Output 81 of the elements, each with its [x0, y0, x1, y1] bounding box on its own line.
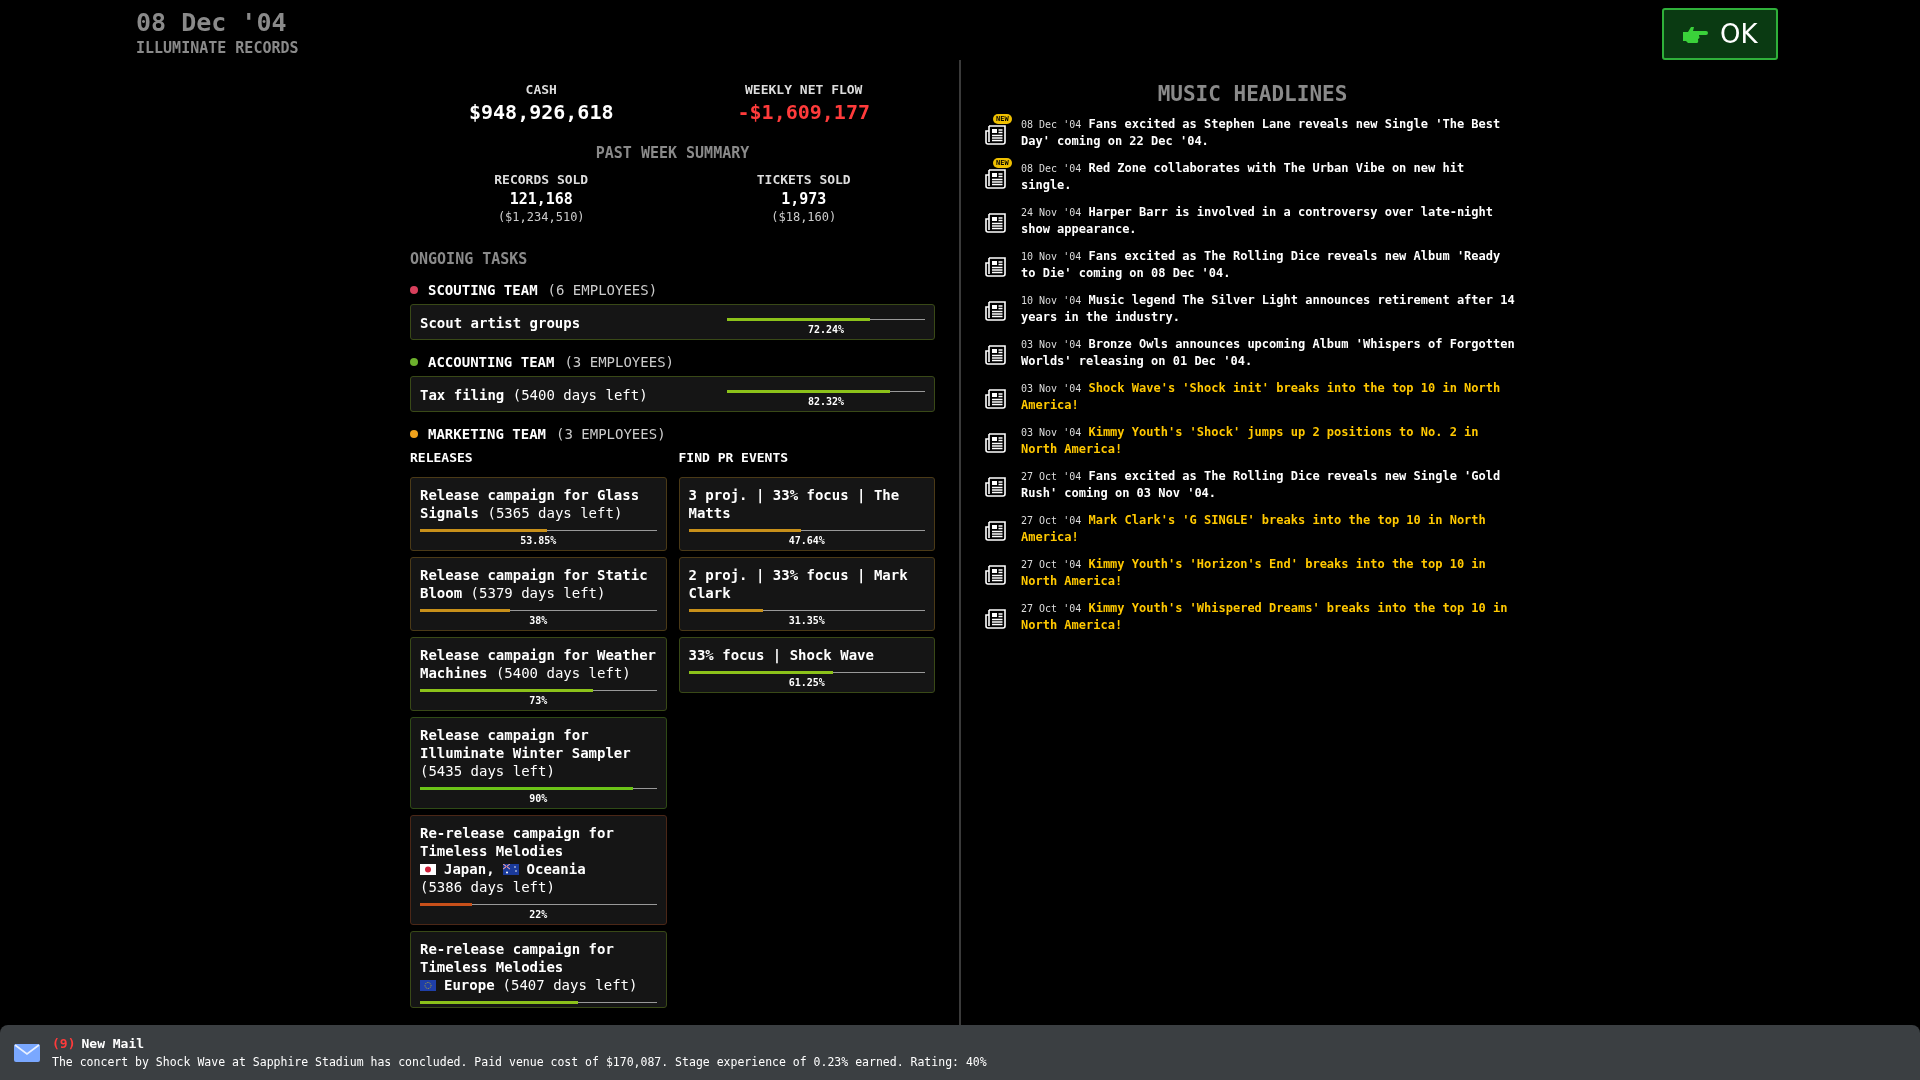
stat-value: $948,926,618 [468, 100, 615, 124]
newspaper-icon [985, 300, 1007, 322]
employee-count: (3 EMPLOYEES) [564, 354, 674, 370]
stat-value: 121,168 [508, 190, 574, 208]
percent-label: 72.24% [807, 324, 845, 335]
task-title: Release campaign for Illuminate Winter Sampler (5435 days left) [420, 726, 632, 780]
task-title: Release campaign for Weather Machines (5400 days left) [420, 646, 657, 682]
percent-label: 22% [529, 909, 548, 920]
revenue-text: ($18,160) [770, 210, 838, 224]
percent-label: 53.85% [520, 535, 557, 546]
headline-text: 27 Oct '04 Mark Clark's 'G SINGLE' breaks into the top 10 in North America! [1021, 512, 1487, 546]
date-label: 08 Dec '04 [136, 8, 288, 37]
headline-text: 27 Oct '04 Kimmy Youth's 'Whispered Dreams' breaks into the top 10 in North America! [1021, 600, 1509, 634]
headline-text: 27 Oct '04 Fans excited as The Rolling Dice reveals new Single 'Gold Rush' coming on 03 Nov '04. [1021, 468, 1502, 502]
percent-label: 31.35% [788, 615, 825, 626]
headline-text: 03 Nov '04 Kimmy Youth's 'Shock' jumps up 2 positions to No. 2 in North America! [1021, 424, 1480, 458]
team-name: ACCOUNTING TEAM [428, 354, 555, 370]
newspaper-icon [985, 432, 1007, 454]
newspaper-icon [985, 476, 1007, 498]
headline-text: 03 Nov '04 Bronze Owls announces upcoming Album 'Whispers of Forgotten Worlds' releasing on 01 Dec '04. [1021, 336, 1516, 370]
ok-button[interactable]: OK [1662, 8, 1778, 60]
headline-text: 24 Nov '04 Harper Barr is involved in a controversy over late-night show appearance. [1021, 204, 1495, 238]
percent-label: 47.64% [788, 535, 825, 546]
newspaper-icon [985, 344, 1007, 366]
percent-label: 38% [529, 615, 548, 626]
days-left-text: (5386 days left) [420, 878, 555, 896]
revenue-text: ($1,234,510) [496, 210, 586, 224]
newspaper-icon [985, 168, 1007, 190]
newspaper-icon [985, 212, 1007, 234]
section-title: MUSIC HEADLINES [1156, 82, 1349, 106]
flag-icon [502, 863, 519, 875]
section-title: ONGOING TASKS [410, 250, 529, 268]
percent-label: 73% [529, 695, 548, 706]
mail-message: The concert by Shock Wave at Sapphire Stadium has concluded. Paid venue cost of $170,087. Stage experience of 0.23% earned. Rating: 40% [52, 1055, 987, 1069]
task-title: Scout artist groups [420, 314, 581, 332]
percent-label: 90% [529, 793, 548, 804]
headline-text: 10 Nov '04 Fans excited as The Rolling Dice reveals new Album 'Ready to Die' coming on 08 Dec '04. [1021, 248, 1502, 282]
pointing-hand-icon [1682, 24, 1708, 44]
flag-icon [420, 979, 436, 991]
newspaper-icon [985, 564, 1007, 586]
region-label: Europe [444, 976, 495, 994]
headline-text: 27 Oct '04 Kimmy Youth's 'Horizon's End' breaks into the top 10 in North America! [1021, 556, 1487, 590]
stat-label: TICKETS SOLD [755, 172, 852, 187]
task-title: Release campaign for Static Bloom (5379 days left) [420, 566, 649, 602]
employee-count: (3 EMPLOYEES) [556, 426, 666, 442]
newspaper-icon [985, 520, 1007, 542]
task-title: 3 proj. | 33% focus | The Matts [688, 486, 901, 522]
company-name: ILLUMINATE RECORDS [136, 39, 300, 57]
stat-label: WEEKLY NET FLOW [744, 82, 864, 97]
newspaper-icon [985, 124, 1007, 146]
mail-title: (9) New Mail [52, 1036, 146, 1051]
envelope-icon [14, 1043, 40, 1062]
stat-value: 1,973 [780, 190, 828, 208]
stat-label: RECORDS SOLD [493, 172, 590, 187]
task-title: Release campaign for Glass Signals (5365 days left) [420, 486, 641, 522]
newspaper-icon [985, 256, 1007, 278]
task-title: Re-release campaign for Timeless Melodies [420, 940, 615, 976]
percent-label: 82.32% [807, 396, 845, 407]
region-label: Japan, [444, 860, 495, 878]
percent-label: 61.25% [788, 677, 825, 688]
headline-text: 08 Dec '04 Fans excited as Stephen Lane reveals new Single 'The Best Day' coming on 22 Dec '04. [1021, 116, 1502, 150]
task-title: 2 proj. | 33% focus | Mark Clark [688, 566, 909, 602]
column-heading: RELEASES [410, 450, 474, 465]
headline-text: 08 Dec '04 Red Zone collaborates with The Urban Vibe on new hit single. [1021, 160, 1466, 194]
column-heading: FIND PR EVENTS [678, 450, 790, 465]
employee-count: (6 EMPLOYEES) [547, 282, 658, 298]
team-name: SCOUTING TEAM [428, 282, 538, 298]
newspaper-icon [985, 608, 1007, 630]
section-title: PAST WEEK SUMMARY [594, 144, 751, 162]
task-title: 33% focus | Shock Wave [688, 646, 875, 664]
task-title: Re-release campaign for Timeless Melodies [420, 824, 615, 860]
task-title: Tax filing (5400 days left) [420, 386, 648, 404]
headline-text: 10 Nov '04 Music legend The Silver Light announces retirement after 14 years in the industry. [1021, 292, 1516, 326]
flag-icon [420, 863, 436, 875]
stat-value: -$1,609,177 [736, 100, 871, 124]
region-label: Oceania [526, 860, 586, 878]
headline-text: 03 Nov '04 Shock Wave's 'Shock init' breaks into the top 10 in North America! [1021, 380, 1502, 414]
team-name: MARKETING TEAM [428, 426, 546, 442]
stat-label: CASH [524, 82, 558, 97]
newspaper-icon [985, 388, 1007, 410]
days-left-text: (5407 days left) [502, 976, 638, 994]
